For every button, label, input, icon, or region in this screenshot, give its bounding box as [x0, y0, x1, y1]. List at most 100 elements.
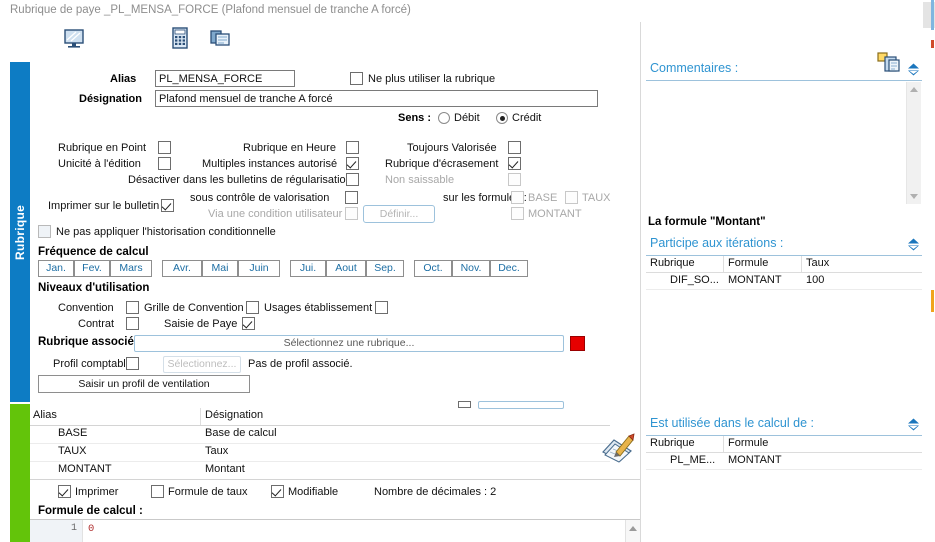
- scroll-down-icon[interactable]: [910, 194, 918, 199]
- non-saissable-checkbox: [508, 173, 521, 186]
- scroll-up-icon[interactable]: [629, 526, 637, 531]
- edge-indicator-blue: [931, 0, 934, 30]
- sens-debit-label: Débit: [454, 112, 480, 124]
- alias-label: Alias: [110, 73, 137, 85]
- unicite-edition-checkbox[interactable]: [158, 157, 171, 170]
- month-button-fev[interactable]: Fev.: [74, 260, 110, 277]
- iterations-col-taux: Taux: [806, 257, 830, 269]
- alias-input[interactable]: [155, 70, 295, 87]
- month-button-jan[interactable]: Jan.: [38, 260, 74, 277]
- clear-rubrique-button[interactable]: [570, 336, 585, 351]
- formula-line-number: 1: [70, 523, 77, 534]
- iterations-col-formule: Formule: [728, 257, 769, 269]
- commentaires-header: Commentaires :: [646, 60, 929, 81]
- month-button-oct[interactable]: Oct.: [414, 260, 452, 277]
- saisir-profil-ventilation-button[interactable]: Saisir un profil de ventilation: [38, 375, 250, 393]
- month-button-jui[interactable]: Jui.: [290, 260, 326, 277]
- imprimer-bulletin-label: Imprimer sur le bulletin: [48, 200, 160, 212]
- window-copy-icon[interactable]: [208, 26, 232, 50]
- rubrique-associee-select[interactable]: Sélectionnez une rubrique...: [134, 335, 564, 352]
- window-title: Rubrique de paye _PL_MENSA_FORCE (Plafon…: [0, 0, 935, 21]
- sidebar-tab-rubrique[interactable]: Rubrique: [10, 62, 30, 402]
- column-divider: [801, 256, 802, 272]
- iterations-title: Participe aux itérations :: [650, 236, 784, 250]
- edge-indicator-red: [931, 40, 934, 48]
- grille-convention-checkbox[interactable]: [246, 301, 259, 314]
- disable-rubrique-checkbox[interactable]: [350, 72, 363, 85]
- historisation-checkbox[interactable]: [38, 225, 51, 238]
- variables-row-designation: Montant: [205, 463, 245, 475]
- table-row[interactable]: TAUX Taux: [30, 444, 610, 462]
- used-in-header: Est utilisée dans le calcul de :: [646, 415, 929, 436]
- used-in-row-formule: MONTANT: [728, 454, 782, 466]
- scroll-up-icon[interactable]: [910, 87, 918, 92]
- month-button-mai[interactable]: Mai: [202, 260, 238, 277]
- table-row[interactable]: DIF_SO... MONTANT 100: [646, 273, 929, 290]
- month-button-sep[interactable]: Sep.: [366, 260, 404, 277]
- disable-rubrique-label: Ne plus utiliser la rubrique: [368, 73, 496, 85]
- table-row[interactable]: PL_ME... MONTANT: [646, 453, 929, 470]
- iterations-header: Participe aux itérations :: [646, 235, 929, 256]
- modifiable-label: Modifiable: [288, 486, 339, 498]
- decimales-label: Nombre de décimales : 2: [374, 486, 497, 498]
- rubrique-ecrasement-checkbox[interactable]: [508, 157, 521, 170]
- month-button-nov[interactable]: Nov.: [452, 260, 490, 277]
- formule-base-label: BASE: [528, 192, 558, 204]
- month-button-aout[interactable]: Aout: [326, 260, 366, 277]
- modifiable-checkbox[interactable]: [271, 485, 284, 498]
- contrat-label: Contrat: [78, 318, 115, 330]
- chevron-collapse-icon[interactable]: [906, 237, 921, 252]
- sens-debit-radio[interactable]: [438, 112, 450, 124]
- formule-base-checkbox: [511, 191, 524, 204]
- sidebar-tab-variables[interactable]: [10, 404, 30, 542]
- toolbar: [0, 22, 935, 72]
- sens-credit-radio[interactable]: [496, 112, 508, 124]
- formula-scrollbar[interactable]: [625, 520, 640, 542]
- formula-code: 0: [88, 523, 95, 535]
- designation-input[interactable]: [155, 90, 598, 107]
- used-in-col-rubrique: Rubrique: [650, 437, 695, 449]
- commentaires-title: Commentaires :: [650, 61, 739, 75]
- screen-icon[interactable]: [62, 26, 86, 50]
- calculator-icon[interactable]: [168, 26, 192, 50]
- window-scrollbar[interactable]: [922, 0, 935, 542]
- contrat-checkbox[interactable]: [126, 317, 139, 330]
- imprimer-var-label: Imprimer: [75, 486, 119, 498]
- commentaires-textarea[interactable]: [646, 82, 921, 204]
- formule-montant-title: La formule "Montant": [648, 216, 766, 228]
- month-button-dec[interactable]: Dec.: [490, 260, 528, 277]
- commentaires-scrollbar[interactable]: [906, 82, 921, 204]
- usages-etablissement-checkbox[interactable]: [375, 301, 388, 314]
- sous-controle-checkbox[interactable]: [345, 191, 358, 204]
- desactiver-bulletins-checkbox[interactable]: [346, 173, 359, 186]
- chevron-collapse-icon[interactable]: [906, 417, 921, 432]
- table-footer-divider: [30, 479, 640, 480]
- month-button-mars[interactable]: Mars: [110, 260, 152, 277]
- formula-gutter: 1: [30, 520, 83, 542]
- multiples-instances-checkbox[interactable]: [346, 157, 359, 170]
- cut-off-checkbox[interactable]: [458, 401, 471, 408]
- month-button-juin[interactable]: Juin: [238, 260, 280, 277]
- sens-credit-label: Crédit: [512, 112, 542, 124]
- table-row[interactable]: MONTANT Montant: [30, 462, 610, 480]
- variables-table: Alias Désignation BASE Base de calcul TA…: [30, 408, 610, 480]
- imprimer-var-checkbox[interactable]: [58, 485, 71, 498]
- historisation-label: Ne pas appliquer l'historisation conditi…: [56, 226, 276, 238]
- saisie-paye-checkbox[interactable]: [242, 317, 255, 330]
- table-row[interactable]: BASE Base de calcul: [30, 426, 610, 444]
- iterations-table: Rubrique Formule Taux DIF_SO... MONTANT …: [646, 256, 929, 290]
- chevron-collapse-icon[interactable]: [906, 62, 921, 77]
- formule-taux-var-label: Formule de taux: [168, 486, 248, 498]
- convention-checkbox[interactable]: [126, 301, 139, 314]
- profil-comptable-checkbox[interactable]: [126, 357, 139, 370]
- toujours-valorisee-checkbox[interactable]: [508, 141, 521, 154]
- formula-editor[interactable]: 1 0: [30, 519, 640, 542]
- rubrique-heure-checkbox[interactable]: [346, 141, 359, 154]
- formule-taux-var-checkbox[interactable]: [151, 485, 164, 498]
- month-button-avr[interactable]: Avr.: [162, 260, 202, 277]
- multiples-instances-label: Multiples instances autorisé: [202, 158, 338, 170]
- rubrique-point-checkbox[interactable]: [158, 141, 171, 154]
- used-in-table: Rubrique Formule PL_ME... MONTANT: [646, 436, 929, 470]
- notepad-pencil-icon[interactable]: [600, 430, 636, 464]
- imprimer-bulletin-checkbox[interactable]: [161, 199, 174, 212]
